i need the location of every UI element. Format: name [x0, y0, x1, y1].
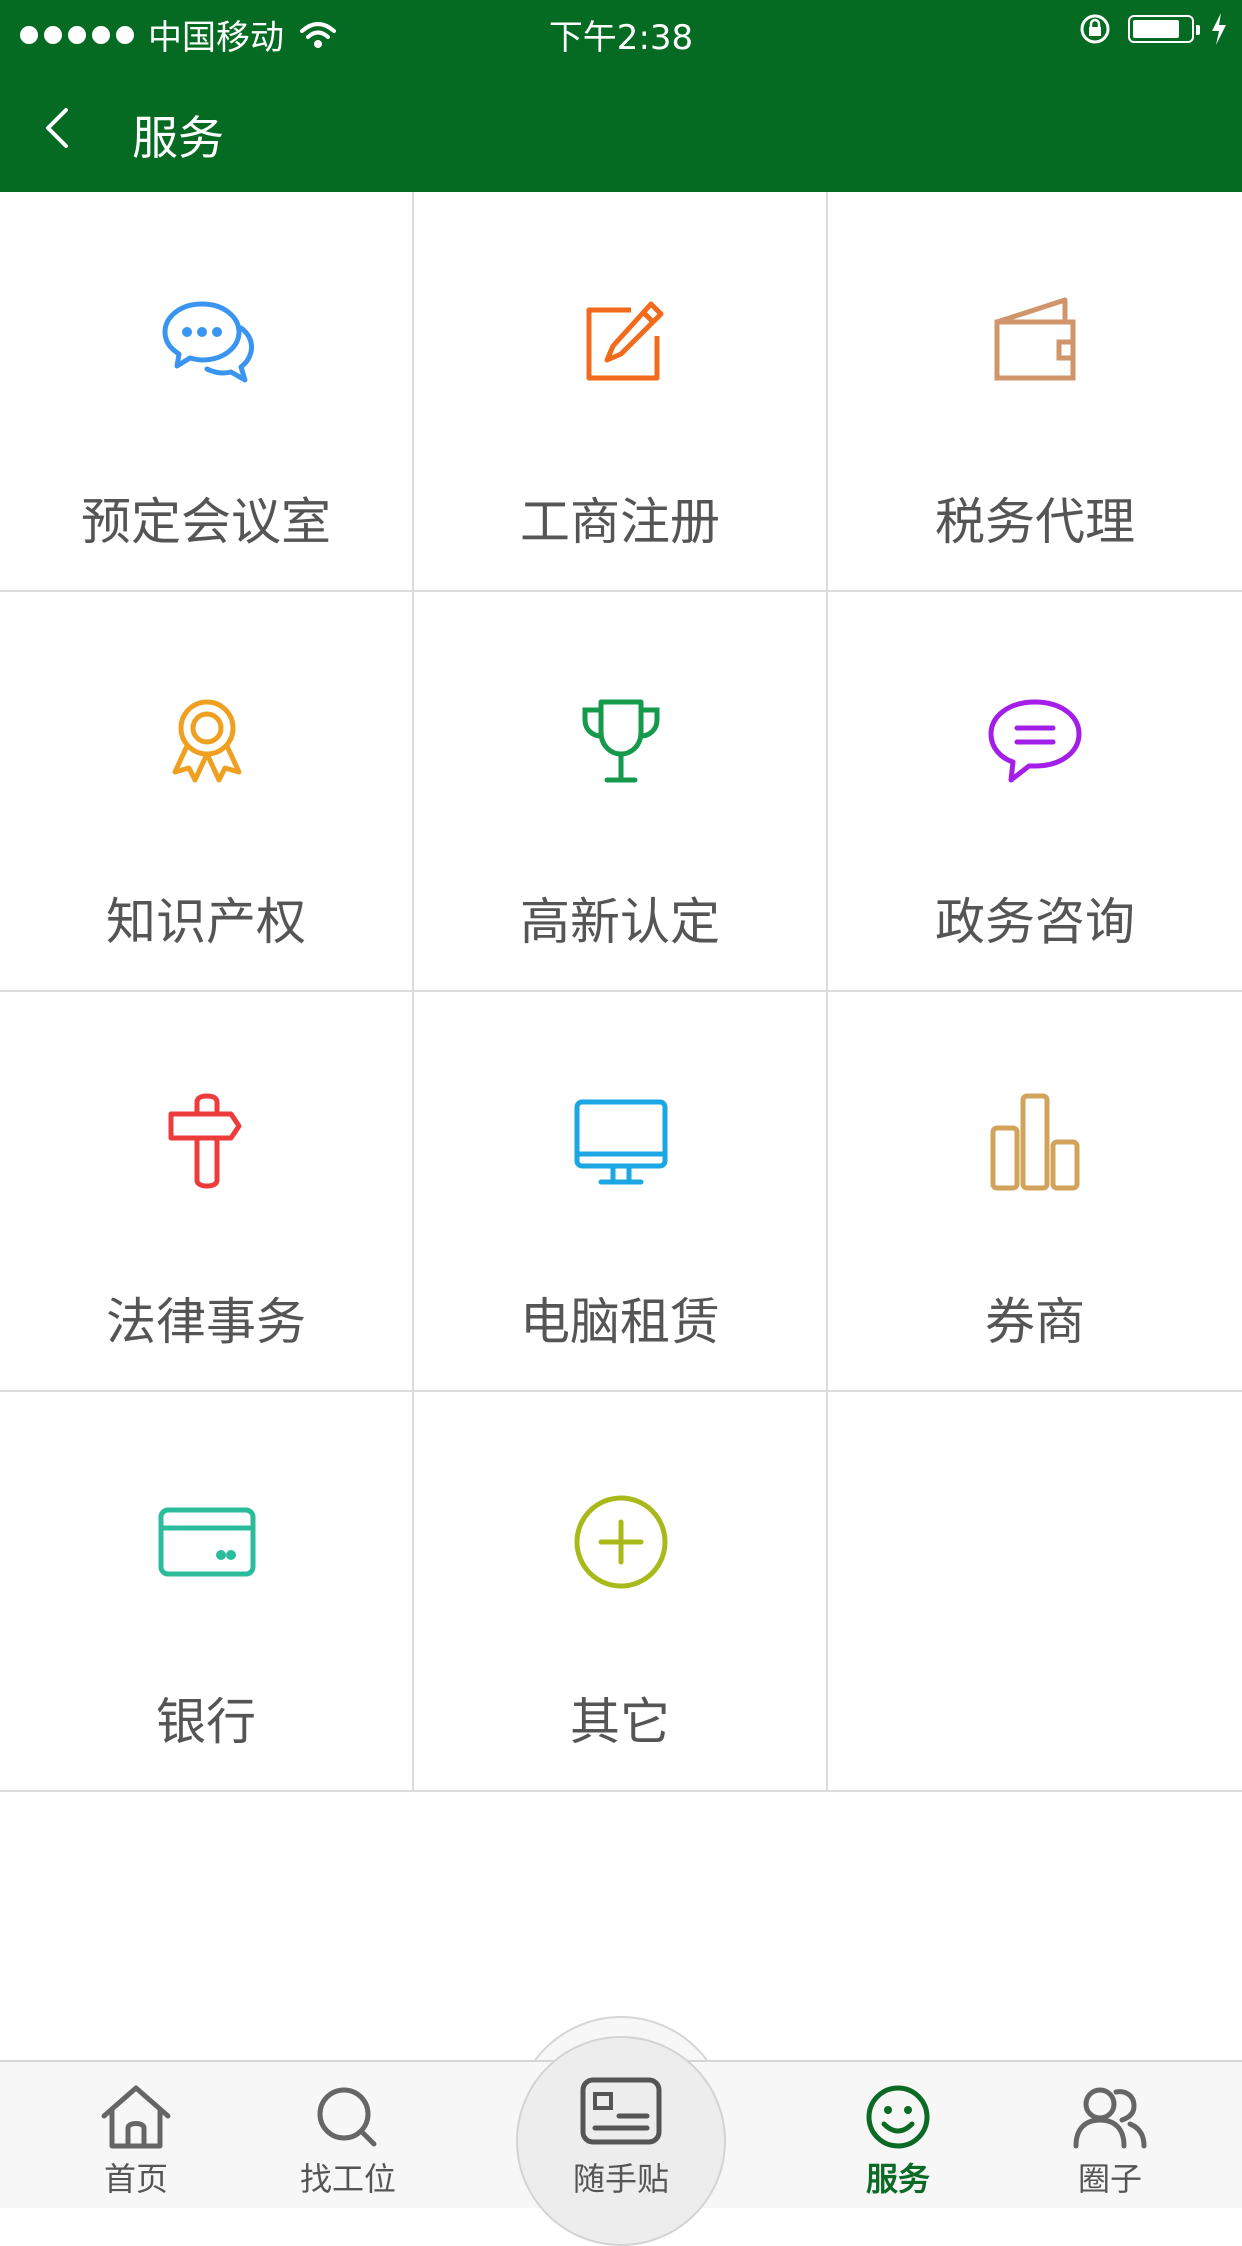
service-label: 工商注册 [520, 493, 720, 551]
service-label: 其它 [570, 1693, 670, 1751]
status-bar: 中国移动 下午2:38 [0, 0, 1242, 64]
service-label: 券商 [985, 1293, 1085, 1351]
status-time: 下午2:38 [548, 18, 694, 58]
service-grid: 预定会议室 工商注册 税务代理 知识产权 高新认定 政务咨询 法律事务 电脑租赁… [0, 192, 1242, 1792]
service-label: 知识产权 [106, 893, 306, 951]
card-icon [158, 1507, 256, 1577]
service-tax-agency[interactable]: 税务代理 [828, 192, 1242, 590]
bar-chart-icon [990, 1093, 1080, 1191]
tab-quick-post[interactable]: 随手贴 [521, 2060, 721, 2208]
rotation-lock-icon [1080, 14, 1110, 44]
service-bank[interactable]: 银行 [0, 1392, 414, 1790]
service-label: 预定会议室 [81, 493, 331, 551]
nav-bar: 服务 [0, 64, 1242, 192]
service-business-registration[interactable]: 工商注册 [414, 192, 828, 590]
tab-label: 随手贴 [572, 2160, 669, 2198]
grid-row: 银行 其它 [0, 1392, 1242, 1792]
chat-bubbles-icon [162, 301, 254, 383]
service-high-tech-certification[interactable]: 高新认定 [414, 592, 828, 990]
service-other[interactable]: 其它 [414, 1392, 828, 1790]
back-arrow-icon[interactable] [30, 100, 86, 156]
service-computer-rental[interactable]: 电脑租赁 [414, 992, 828, 1390]
tab-label: 首页 [103, 2160, 168, 2198]
service-label: 政务咨询 [935, 893, 1135, 951]
grid-row: 知识产权 高新认定 政务咨询 [0, 592, 1242, 992]
message-icon [988, 699, 1082, 783]
award-ribbon-icon [172, 699, 242, 783]
service-label: 电脑租赁 [520, 1293, 720, 1351]
service-label: 税务代理 [935, 493, 1135, 551]
empty-cell [828, 1392, 1242, 1790]
service-intellectual-property[interactable]: 知识产权 [0, 592, 414, 990]
id-card-icon [580, 2077, 662, 2145]
service-label: 法律事务 [106, 1293, 306, 1351]
smiley-icon [866, 2085, 930, 2149]
tab-service[interactable]: 服务 [808, 2060, 988, 2208]
wallet-icon [994, 297, 1076, 381]
edit-icon [586, 301, 664, 381]
tab-home[interactable]: 首页 [46, 2060, 226, 2208]
monitor-icon [574, 1099, 668, 1185]
tab-label: 服务 [865, 2160, 930, 2198]
signpost-icon [168, 1093, 242, 1189]
status-right [1078, 12, 1228, 46]
home-icon [101, 2085, 171, 2149]
service-meeting-room[interactable]: 预定会议室 [0, 192, 414, 590]
grid-row: 法律事务 电脑租赁 券商 [0, 992, 1242, 1392]
grid-row: 预定会议室 工商注册 税务代理 [0, 192, 1242, 592]
service-legal-affairs[interactable]: 法律事务 [0, 992, 414, 1390]
service-government-consulting[interactable]: 政务咨询 [828, 592, 1242, 990]
service-label: 银行 [156, 1693, 256, 1751]
tab-label: 找工位 [299, 2160, 396, 2198]
battery-icon [1128, 15, 1200, 43]
tab-circle[interactable]: 圈子 [1020, 2060, 1200, 2208]
tab-label: 圈子 [1077, 2160, 1142, 2198]
service-securities[interactable]: 券商 [828, 992, 1242, 1390]
charging-icon [1212, 13, 1226, 45]
page-title: 服务 [132, 111, 224, 165]
search-icon [317, 2087, 377, 2147]
tab-find-workspace[interactable]: 找工位 [258, 2060, 438, 2208]
service-label: 高新认定 [520, 893, 720, 951]
trophy-icon [582, 699, 660, 783]
plus-circle-icon [574, 1495, 668, 1589]
users-icon [1073, 2087, 1147, 2149]
